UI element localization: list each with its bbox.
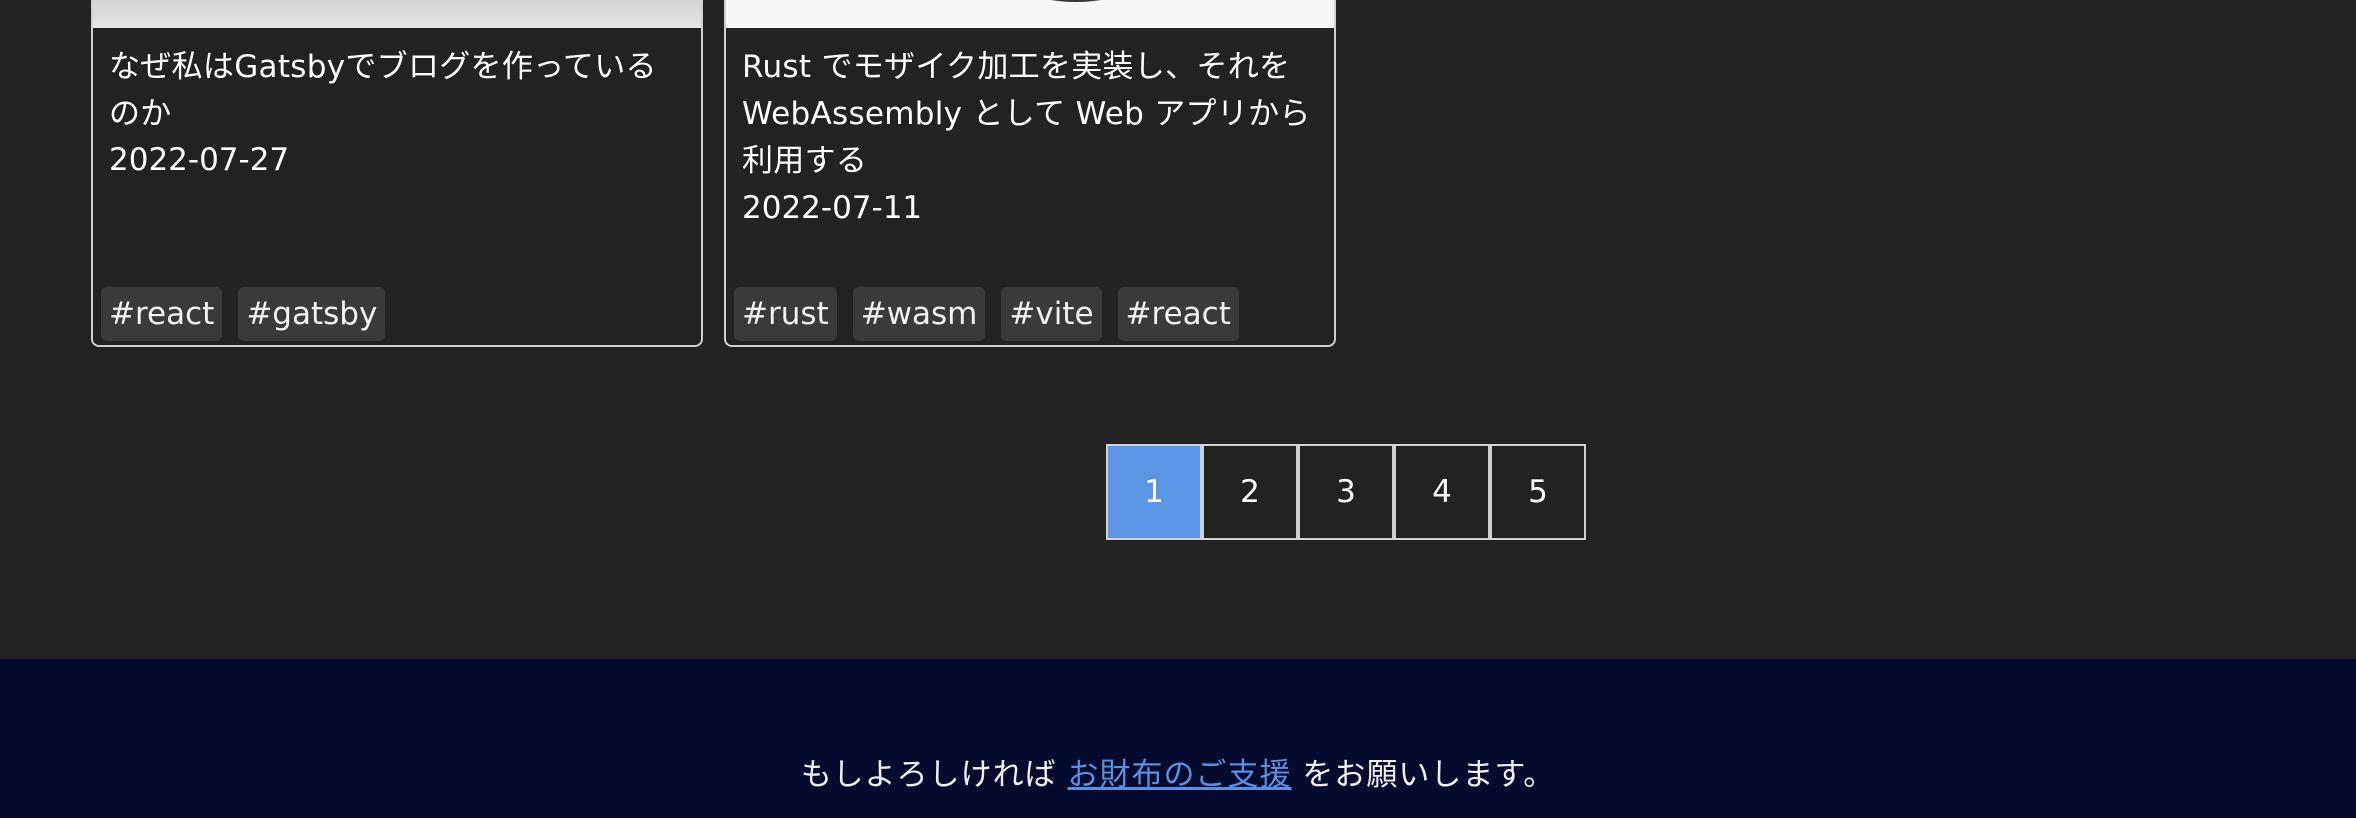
post-card[interactable]: Rust でモザイク加工を実装し、それを WebAssembly として Web… (724, 0, 1336, 347)
post-card[interactable]: なぜ私はGatsbyでブログを作っているのか 2022-07-27 #react… (91, 0, 703, 347)
page-button-5[interactable]: 5 (1490, 444, 1586, 540)
support-suffix: をお願いします。 (1291, 757, 1556, 793)
pagination: 1 2 3 4 5 (1106, 444, 1586, 540)
post-date: 2022-07-11 (742, 190, 923, 226)
tag-gatsby[interactable]: #gatsby (238, 287, 386, 341)
thumbnail-image (996, 0, 1156, 2)
tag-wasm[interactable]: #wasm (852, 287, 986, 341)
post-tags: #rust #wasm #vite #react (734, 287, 1239, 341)
tag-rust[interactable]: #rust (734, 287, 837, 341)
page-button-4[interactable]: 4 (1394, 444, 1490, 540)
support-message: もしよろしければ お財布のご支援 をお願いします。 (0, 755, 2356, 795)
support-prefix: もしよろしければ (800, 757, 1068, 793)
post-title[interactable]: なぜ私はGatsbyでブログを作っているのか (109, 44, 679, 138)
page-button-2[interactable]: 2 (1202, 444, 1298, 540)
support-link[interactable]: お財布のご支援 (1068, 757, 1292, 793)
post-date: 2022-07-27 (109, 142, 290, 178)
footer: もしよろしければ お財布のご支援 をお願いします。 (0, 659, 2356, 818)
post-tags: #react #gatsby (101, 287, 386, 341)
tag-vite[interactable]: #vite (1001, 287, 1102, 341)
page-button-3[interactable]: 3 (1298, 444, 1394, 540)
tag-react[interactable]: #react (101, 287, 223, 341)
post-title[interactable]: Rust でモザイク加工を実装し、それを WebAssembly として Web… (742, 44, 1312, 185)
page-button-1[interactable]: 1 (1106, 444, 1202, 540)
post-thumbnail[interactable] (726, 0, 1334, 28)
tag-react[interactable]: #react (1117, 287, 1239, 341)
page: なぜ私はGatsbyでブログを作っているのか 2022-07-27 #react… (0, 0, 2356, 818)
post-thumbnail[interactable] (93, 0, 701, 28)
